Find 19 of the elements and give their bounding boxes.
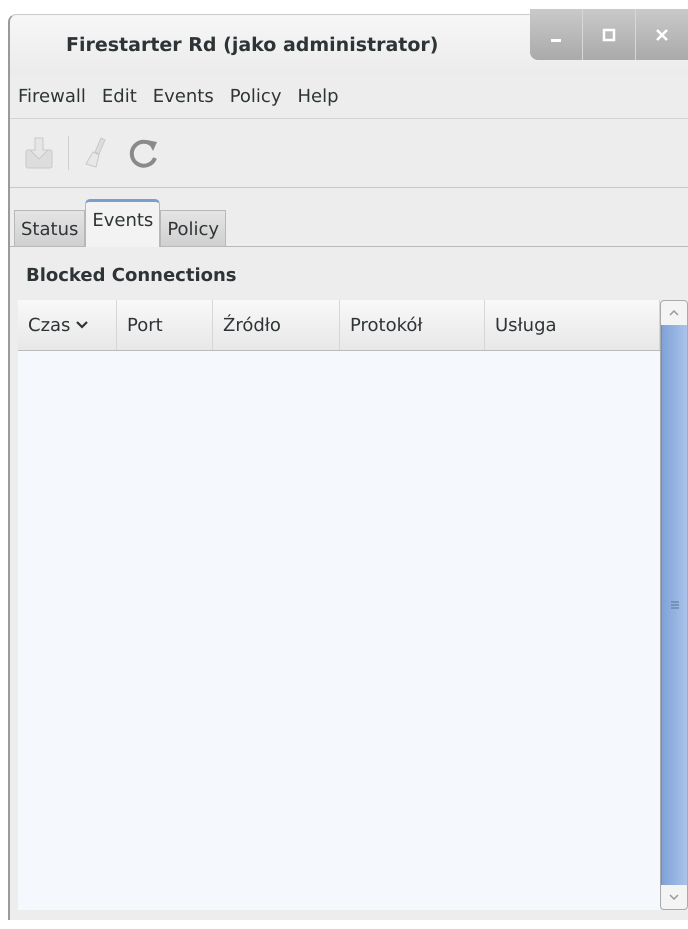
tab[interactable]: Events xyxy=(85,199,160,247)
menu-item[interactable]: Firewall xyxy=(10,86,94,107)
close-icon xyxy=(655,28,669,42)
menu-item[interactable]: Events xyxy=(144,86,222,107)
maximize-icon xyxy=(602,28,616,42)
column-header[interactable]: Port xyxy=(117,300,213,350)
menu-item[interactable]: Policy xyxy=(222,86,290,107)
tab[interactable]: Policy xyxy=(160,210,226,246)
menu-item[interactable]: Edit xyxy=(94,86,145,107)
tab[interactable]: Status xyxy=(14,210,86,246)
column-header[interactable]: Czas xyxy=(18,300,117,350)
scrollbar[interactable] xyxy=(660,300,688,910)
grip-icon[interactable] xyxy=(670,600,678,610)
minimize-icon xyxy=(551,39,561,42)
window-title: Firestarter Rd (jako administrator) xyxy=(66,34,440,56)
column-header[interactable]: Źródło xyxy=(213,300,340,350)
column-header[interactable]: Protokół xyxy=(340,300,485,350)
section-title: Blocked Connections xyxy=(25,264,238,288)
menu-item[interactable]: Help xyxy=(289,86,347,107)
